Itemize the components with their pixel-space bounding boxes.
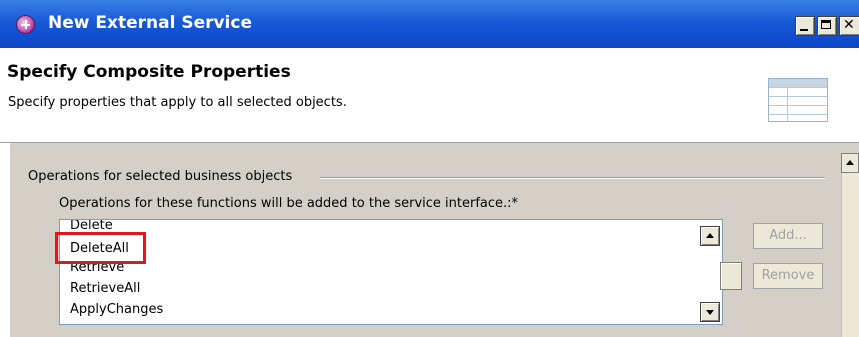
operations-label: Operations for these functions will be a… bbox=[59, 196, 519, 211]
app-icon bbox=[16, 15, 35, 34]
table-wizard-icon bbox=[768, 78, 828, 122]
page-scrollbar[interactable] bbox=[841, 173, 859, 337]
page-title: Specify Composite Properties bbox=[7, 62, 291, 82]
operations-listbox[interactable]: Delete DeleteAll Retrieve RetrieveAll Ap… bbox=[59, 219, 723, 325]
list-scroll-up-button[interactable] bbox=[700, 226, 720, 246]
page-scroll-up-button[interactable] bbox=[841, 153, 859, 173]
wizard-header: Specify Composite Properties Specify pro… bbox=[0, 48, 859, 143]
left-margin bbox=[0, 143, 10, 337]
group-divider bbox=[320, 177, 825, 179]
list-scroll-down-button[interactable] bbox=[700, 302, 720, 322]
page-description: Specify properties that apply to all sel… bbox=[8, 95, 347, 110]
list-item[interactable]: RetrieveAll bbox=[70, 280, 140, 298]
maximize-button[interactable] bbox=[817, 16, 837, 36]
group-label: Operations for selected business objects bbox=[28, 169, 297, 184]
close-button[interactable] bbox=[839, 16, 859, 36]
list-scroll-thumb[interactable] bbox=[720, 262, 742, 290]
remove-button[interactable]: Remove bbox=[753, 263, 823, 289]
minimize-button[interactable] bbox=[795, 16, 815, 36]
highlight-box bbox=[55, 232, 146, 264]
list-item[interactable]: ApplyChanges bbox=[70, 301, 163, 319]
window-title: New External Service bbox=[48, 13, 252, 33]
add-button[interactable]: Add... bbox=[753, 223, 823, 249]
